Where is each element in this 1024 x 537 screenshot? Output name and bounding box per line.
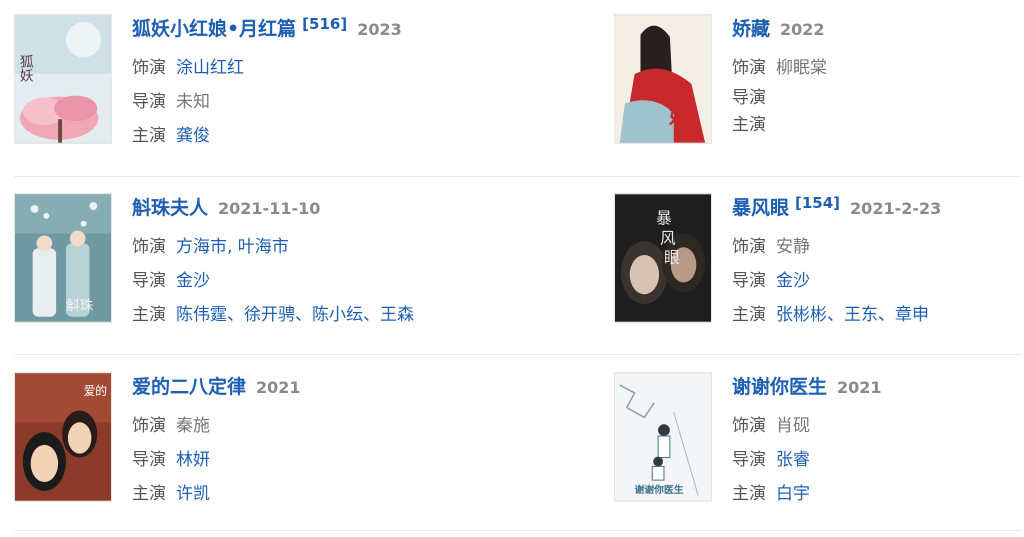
drama-title-link[interactable]: 娇藏: [732, 14, 770, 41]
drama-card: 狐妖 狐妖小红娘•月红篇 [516] 2023 饰演 涂山红红 导演 未知 主演…: [14, 0, 600, 178]
drama-title-link[interactable]: 斛珠夫人: [132, 193, 208, 220]
row-divider: [14, 354, 1022, 355]
lead-link[interactable]: 白宇: [776, 479, 810, 504]
role-value: 安静: [776, 236, 810, 257]
role-value: 肖砚: [776, 415, 810, 436]
lead-link[interactable]: 张彬彬、王东、章申: [776, 300, 929, 325]
list-row: 斛珠 斛珠夫人 2021-11-10 饰演 方海市, 叶海市 导演 金沙 主演: [0, 179, 1024, 357]
director-link[interactable]: 金沙: [176, 266, 210, 291]
director-label: 导演: [132, 449, 166, 470]
svg-text:斛珠: 斛珠: [66, 298, 94, 314]
row-divider: [14, 176, 1022, 177]
release-year: 2021: [837, 378, 882, 397]
lead-link[interactable]: 许凯: [176, 479, 210, 504]
lead-label: 主演: [732, 483, 766, 504]
svg-text:爱的: 爱的: [84, 384, 108, 398]
row-divider: [14, 530, 1022, 531]
comment-count-link[interactable]: [154]: [795, 194, 840, 212]
role-value: 柳眠棠: [776, 57, 827, 78]
svg-text:狐妖: 狐妖: [17, 55, 34, 83]
drama-card: 暴 风 眼 暴风眼 [154] 2021-2-23 饰演 安静 导演 金沙 主演…: [614, 179, 1024, 357]
poster-image[interactable]: 娇: [614, 14, 712, 144]
lead-label: 主演: [732, 304, 766, 325]
release-year: 2022: [780, 20, 825, 39]
poster-image[interactable]: 爱的: [14, 372, 112, 502]
lead-label: 主演: [132, 304, 166, 325]
role-value: 秦施: [176, 415, 210, 436]
director-value: 未知: [176, 91, 210, 112]
drama-title-link[interactable]: 暴风眼: [732, 193, 789, 220]
list-row: 爱的 爱的二八定律 2021 饰演 秦施 导演 林妍 主演 许凯 谢谢你医生 谢…: [0, 358, 1024, 536]
director-link[interactable]: 张睿: [776, 445, 810, 470]
svg-text:谢谢你医生: 谢谢你医生: [635, 483, 684, 496]
poster-image[interactable]: 狐妖: [14, 14, 112, 144]
poster-image[interactable]: 斛珠: [14, 193, 112, 323]
role-link[interactable]: 涂山红红: [176, 53, 244, 78]
lead-link[interactable]: 龚俊: [176, 121, 210, 146]
role-link[interactable]: 方海市, 叶海市: [176, 232, 289, 257]
drama-title-link[interactable]: 爱的二八定律: [132, 372, 246, 399]
svg-text:风: 风: [660, 228, 676, 247]
director-label: 导演: [732, 270, 766, 291]
svg-text:暴: 暴: [656, 209, 672, 228]
role-label: 饰演: [132, 57, 166, 78]
director-link[interactable]: 林妍: [176, 445, 210, 470]
drama-card: 谢谢你医生 谢谢你医生 2021 饰演 肖砚 导演 张睿 主演 白宇: [614, 358, 1024, 536]
list-row: 狐妖 狐妖小红娘•月红篇 [516] 2023 饰演 涂山红红 导演 未知 主演…: [0, 0, 1024, 178]
role-label: 饰演: [732, 415, 766, 436]
poster-image[interactable]: 暴 风 眼: [614, 193, 712, 323]
drama-card: 娇 娇藏 2022 饰演 柳眠棠 导演 主演: [614, 0, 1024, 178]
svg-text:娇: 娇: [669, 103, 691, 129]
lead-link[interactable]: 陈伟霆、徐开骋、陈小纭、王森: [176, 300, 414, 325]
drama-card: 爱的 爱的二八定律 2021 饰演 秦施 导演 林妍 主演 许凯: [14, 358, 600, 536]
role-label: 饰演: [732, 236, 766, 257]
drama-card: 斛珠 斛珠夫人 2021-11-10 饰演 方海市, 叶海市 导演 金沙 主演: [14, 179, 600, 357]
role-label: 饰演: [132, 415, 166, 436]
drama-title-link[interactable]: 谢谢你医生: [732, 372, 827, 399]
poster-image[interactable]: 谢谢你医生: [614, 372, 712, 502]
lead-label: 主演: [732, 115, 766, 135]
lead-label: 主演: [132, 125, 166, 146]
svg-text:眼: 眼: [664, 248, 680, 267]
director-label: 导演: [132, 270, 166, 291]
role-label: 饰演: [132, 236, 166, 257]
role-label: 饰演: [732, 57, 766, 78]
director-label: 导演: [732, 449, 766, 470]
director-label: 导演: [132, 91, 166, 112]
drama-title-link[interactable]: 狐妖小红娘•月红篇: [132, 14, 296, 41]
release-year: 2021-11-10: [218, 199, 321, 218]
lead-label: 主演: [132, 483, 166, 504]
comment-count-link[interactable]: [516]: [302, 15, 347, 33]
release-year: 2023: [357, 20, 402, 39]
director-label: 导演: [732, 88, 766, 108]
director-link[interactable]: 金沙: [776, 266, 810, 291]
release-year: 2021: [256, 378, 301, 397]
release-year: 2021-2-23: [850, 199, 942, 218]
drama-list: 狐妖 狐妖小红娘•月红篇 [516] 2023 饰演 涂山红红 导演 未知 主演…: [0, 0, 1024, 537]
